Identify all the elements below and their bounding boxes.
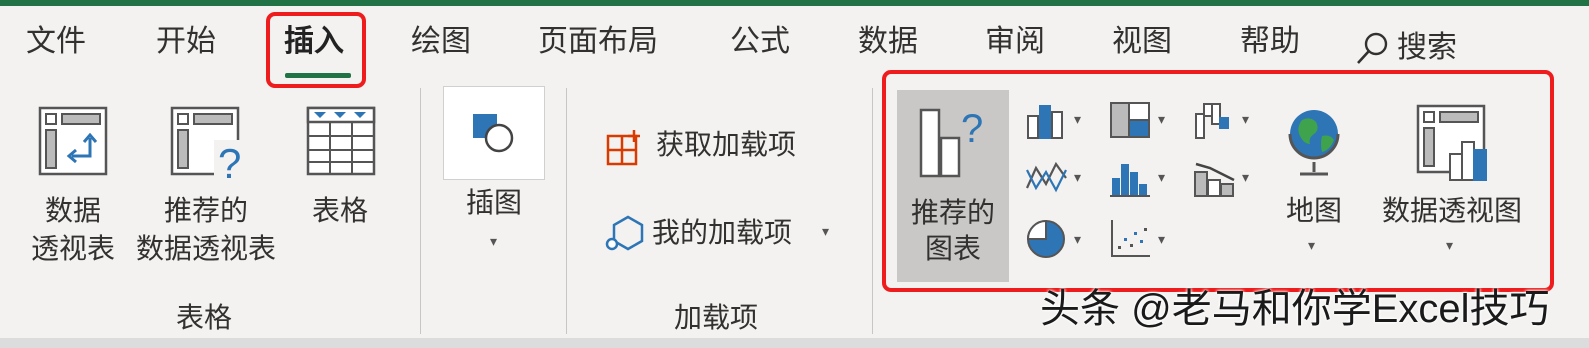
chevron-down-icon: ▾ [1074, 112, 1082, 128]
recommended-pivot-icon: ? [170, 106, 244, 182]
tab-view[interactable]: 视图 [1112, 22, 1172, 62]
svg-text:?: ? [961, 107, 983, 151]
scatter-chart-button[interactable]: ▾ [1108, 218, 1170, 262]
rec-pivot-label-1: 推荐的 [163, 194, 248, 227]
group-separator [872, 88, 873, 334]
pivot-table-icon [38, 106, 108, 176]
tab-data[interactable]: 数据 [858, 22, 918, 62]
group-separator [420, 88, 421, 334]
insert-tab-highlight [266, 12, 366, 88]
chevron-down-icon: ▾ [1074, 170, 1082, 186]
chevron-down-icon: ▾ [1308, 238, 1316, 254]
combo-chart-icon [1194, 162, 1235, 197]
line-chart-icon [1025, 161, 1067, 193]
store-icon [606, 130, 640, 166]
svg-text:?: ? [218, 140, 241, 182]
rec-pivot-label-2: 数据透视表 [135, 232, 276, 265]
search-label: 搜索 [1397, 30, 1457, 65]
chevron-down-icon: ▾ [822, 224, 830, 240]
chevron-down-icon: ▾ [1074, 232, 1082, 248]
histogram-chart-icon [1110, 164, 1150, 197]
addins-hexagon-icon [605, 215, 644, 251]
ribbon-bottom-border [0, 338, 1589, 348]
waterfall-chart-button[interactable]: ▾ [1192, 100, 1254, 142]
tab-review[interactable]: 审阅 [985, 22, 1045, 62]
get-addins-label: 获取加载项 [656, 128, 797, 161]
recommended-charts-button[interactable]: ? 推荐的 图表 [897, 90, 1009, 282]
pie-chart-icon [1026, 219, 1065, 258]
hierarchy-chart-button[interactable]: ▾ [1108, 100, 1170, 142]
chevron-down-icon: ▾ [1242, 112, 1250, 128]
pivot-table-label-1: 数据 [44, 194, 101, 227]
my-addins-button[interactable]: 我的加载项 ▾ [604, 212, 844, 258]
tab-page-layout[interactable]: 页面布局 [538, 22, 658, 62]
tab-formulas[interactable]: 公式 [730, 22, 790, 62]
illustrations-label: 插图 [465, 186, 522, 219]
table-button[interactable]: 表格 [290, 100, 390, 240]
watermark-text: 头条 @老马和你学Excel技巧 [1040, 287, 1550, 331]
waterfall-chart-icon [1195, 103, 1229, 139]
search-icon [1357, 32, 1388, 64]
statistic-chart-button[interactable]: ▾ [1108, 158, 1170, 200]
shapes-icon [473, 114, 514, 153]
pivot-table-button[interactable]: 数据 透视表 [18, 100, 128, 270]
search-box[interactable]: 搜索 [1355, 28, 1457, 68]
table-label: 表格 [311, 194, 368, 227]
addins-group-label: 加载项 [674, 301, 759, 334]
pie-chart-button[interactable]: ▾ [1024, 218, 1086, 262]
pivot-table-label-2: 透视表 [30, 232, 115, 265]
tab-draw[interactable]: 绘图 [411, 22, 471, 62]
pivot-chart-icon [1416, 104, 1487, 181]
column-chart-icon [1027, 105, 1063, 139]
rec-chart-label-1: 推荐的 [910, 196, 995, 229]
chevron-down-icon: ▾ [1158, 112, 1166, 128]
maps-button[interactable]: 地图 ▾ [1270, 100, 1358, 270]
column-chart-button[interactable]: ▾ [1024, 100, 1086, 142]
pivot-chart-button[interactable]: 数据透视图 ▾ [1374, 100, 1530, 270]
my-addins-label: 我的加载项 [652, 216, 793, 249]
tab-home[interactable]: 开始 [156, 22, 216, 62]
recommended-chart-icon: ? [919, 107, 983, 178]
tables-group-label: 表格 [176, 301, 233, 334]
line-chart-button[interactable]: ▾ [1024, 158, 1086, 200]
globe-icon [1288, 110, 1340, 176]
tab-help[interactable]: 帮助 [1240, 22, 1300, 62]
scatter-chart-icon [1111, 220, 1150, 257]
treemap-chart-icon [1110, 102, 1150, 138]
chevron-down-icon: ▾ [1158, 232, 1166, 248]
rec-chart-label-2: 图表 [924, 232, 981, 265]
chevron-down-icon: ▾ [1242, 170, 1250, 186]
get-addins-button[interactable]: 获取加载项 [604, 124, 824, 170]
illustrations-button[interactable]: 插图 ▾ [443, 86, 545, 256]
maps-label: 地图 [1285, 194, 1342, 227]
table-icon [306, 106, 376, 176]
pivot-chart-label: 数据透视图 [1381, 194, 1522, 227]
tab-file[interactable]: 文件 [26, 22, 86, 62]
combo-chart-button[interactable]: ▾ [1192, 158, 1254, 200]
recommended-pivot-table-button[interactable]: ? 推荐的 数据透视表 [128, 100, 284, 270]
group-separator [566, 88, 567, 334]
chevron-down-icon: ▾ [1158, 170, 1166, 186]
chevron-down-icon: ▾ [1446, 238, 1454, 254]
chevron-down-icon: ▾ [490, 234, 498, 250]
